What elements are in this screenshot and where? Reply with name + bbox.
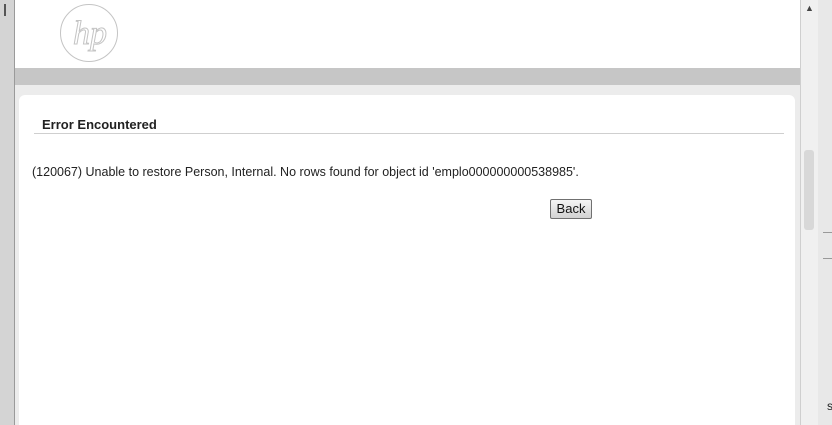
error-title: Error Encountered: [42, 117, 157, 132]
error-panel: Error Encountered (120067) Unable to res…: [19, 95, 795, 425]
background-divider: [823, 232, 832, 233]
back-button[interactable]: Back: [550, 199, 592, 219]
background-edge-mark: [4, 4, 6, 16]
screen: s hp Error Encountered (120067) Unable t…: [0, 0, 832, 425]
vertical-scrollbar[interactable]: ▲: [800, 0, 818, 425]
error-message: (120067) Unable to restore Person, Inter…: [32, 165, 579, 179]
header: hp: [15, 0, 801, 68]
header-band: [15, 68, 801, 85]
scroll-up-arrow-icon[interactable]: ▲: [801, 0, 818, 17]
dialog-window: hp Error Encountered (120067) Unable to …: [14, 0, 802, 425]
content-area: Error Encountered (120067) Unable to res…: [15, 85, 801, 425]
hp-logo: hp: [60, 4, 118, 62]
scrollbar-thumb[interactable]: [804, 150, 814, 230]
background-divider: [823, 258, 832, 259]
logo-text: hp: [73, 15, 107, 52]
background-text-fragment: s: [827, 399, 832, 413]
background-window-left: [0, 0, 15, 425]
title-divider: [34, 133, 784, 134]
